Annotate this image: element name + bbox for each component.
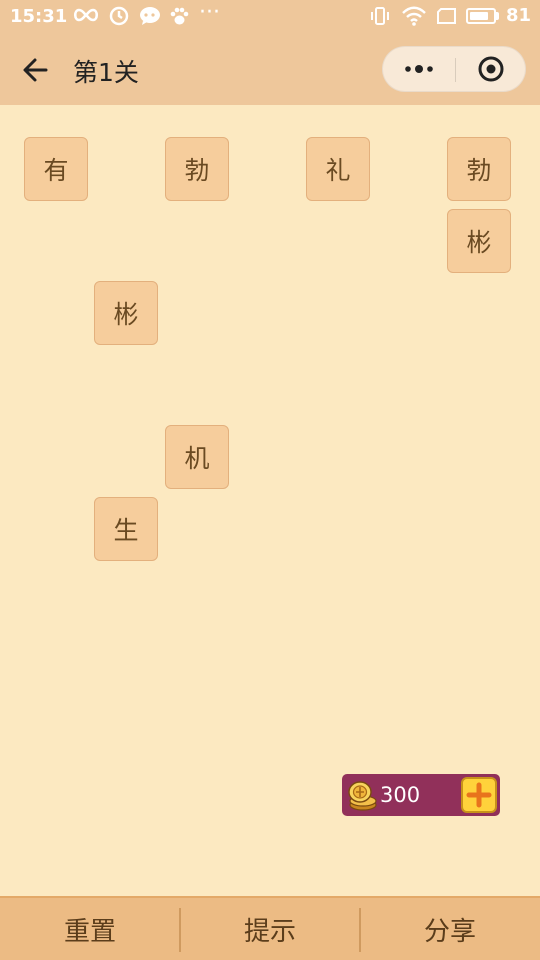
coin-stack-icon bbox=[346, 778, 378, 812]
battery-cap bbox=[496, 12, 499, 20]
char-tile[interactable]: 有 bbox=[24, 137, 88, 201]
char-tile[interactable]: 勃 bbox=[447, 137, 511, 201]
battery-level: 81 bbox=[506, 5, 532, 26]
clock-icon bbox=[109, 6, 129, 31]
close-miniprogram-button[interactable] bbox=[456, 47, 526, 91]
char-tile[interactable]: 机 bbox=[165, 425, 229, 489]
char-tile[interactable]: 勃 bbox=[165, 137, 229, 201]
char-tile[interactable]: 彬 bbox=[447, 209, 511, 273]
more-button[interactable] bbox=[383, 47, 455, 91]
hint-button[interactable]: 提示 bbox=[180, 898, 360, 960]
bottom-bar: 重置 提示 分享 bbox=[0, 896, 540, 960]
capsule-menu bbox=[382, 46, 526, 92]
char-tile[interactable]: 礼 bbox=[306, 137, 370, 201]
coin-count: 300 bbox=[380, 783, 421, 807]
coin-balance: 300 bbox=[342, 774, 500, 816]
arrow-left-icon bbox=[18, 58, 54, 92]
infinity-icon bbox=[72, 4, 100, 31]
vibrate-icon bbox=[369, 6, 391, 31]
share-button[interactable]: 分享 bbox=[360, 898, 540, 960]
char-tile[interactable]: 生 bbox=[94, 497, 158, 561]
battery-fill bbox=[470, 12, 488, 20]
more-icon bbox=[383, 65, 455, 95]
back-button[interactable] bbox=[18, 52, 54, 88]
chat-icon bbox=[139, 6, 161, 31]
target-circle-icon bbox=[456, 56, 526, 95]
page-title: 第1关 bbox=[73, 58, 139, 87]
char-tile[interactable]: 彬 bbox=[94, 281, 158, 345]
nav-bar: 第1关 bbox=[0, 34, 540, 105]
status-time: 15:31 bbox=[10, 6, 68, 27]
paw-icon bbox=[169, 6, 189, 31]
plus-icon bbox=[463, 782, 495, 815]
add-coins-button[interactable] bbox=[461, 777, 497, 813]
more-dots-icon: ··· bbox=[199, 0, 220, 25]
status-bar: 15:31 ··· 81 bbox=[0, 0, 540, 34]
reset-button[interactable]: 重置 bbox=[0, 898, 180, 960]
screen-icon bbox=[436, 7, 458, 30]
battery-icon bbox=[466, 8, 496, 24]
wifi-icon bbox=[401, 5, 427, 32]
